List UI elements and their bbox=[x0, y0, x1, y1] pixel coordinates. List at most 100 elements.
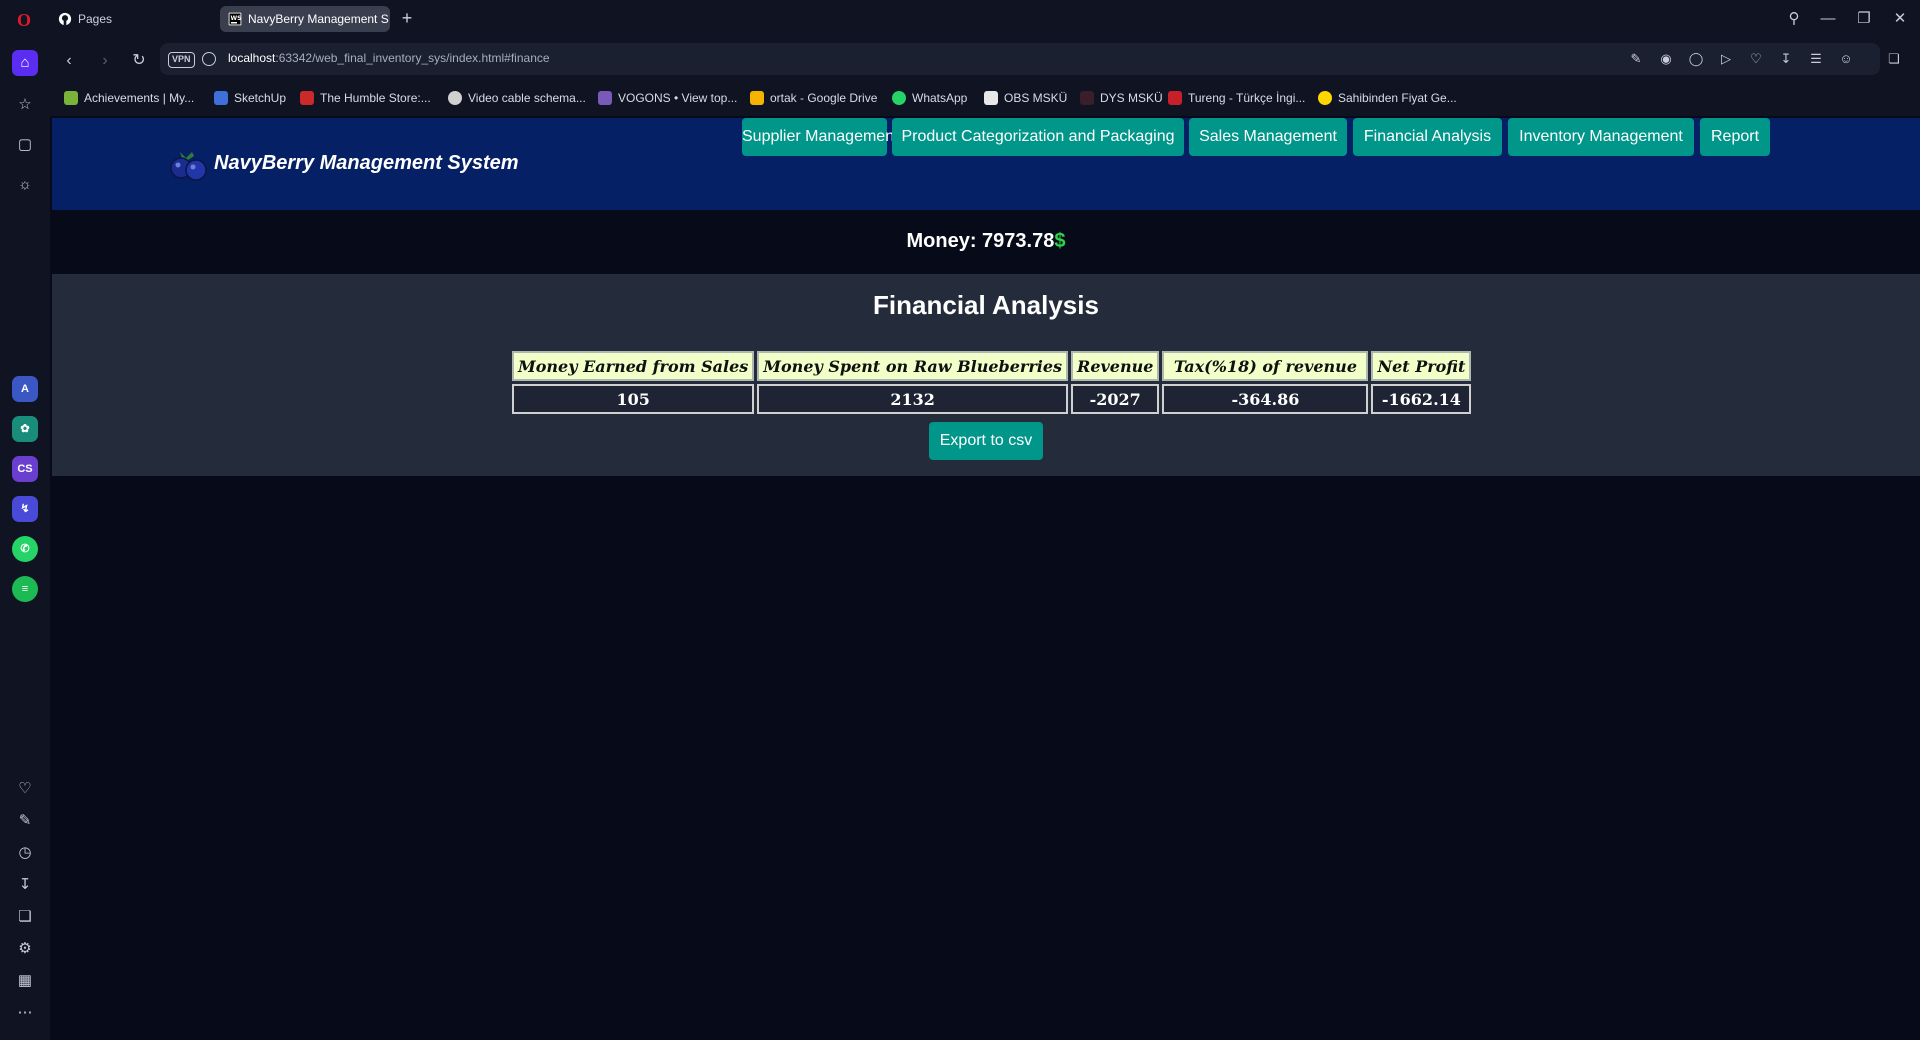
bookmark-achievements[interactable]: Achievements | My... bbox=[64, 91, 194, 105]
humble-icon bbox=[300, 91, 314, 105]
sketchup-icon bbox=[214, 91, 228, 105]
bookmark-whatsapp[interactable]: WhatsApp bbox=[892, 91, 967, 105]
home-icon[interactable]: ⌂ bbox=[12, 50, 38, 76]
table-header-row: Money Earned from Sales Money Spent on R… bbox=[512, 351, 1472, 381]
menu-icon[interactable]: ☰ bbox=[1808, 51, 1824, 67]
bookmark-obs[interactable]: OBS MSKÜ bbox=[984, 91, 1067, 105]
money-balance: Money: 7973.78$ bbox=[52, 230, 1920, 253]
new-tab-button[interactable]: + bbox=[396, 8, 418, 30]
money-label: Money: 7973.78 bbox=[906, 230, 1055, 252]
url-text[interactable]: localhost:63342/web_final_inventory_sys/… bbox=[228, 51, 550, 65]
extensions-sidebar-icon[interactable]: ❏ bbox=[12, 904, 38, 930]
whatsapp-sidebar-icon[interactable]: ✆ bbox=[12, 536, 38, 562]
messenger-icon[interactable]: ↯ bbox=[12, 496, 38, 522]
browser-sidebar: ⌂ ☆ ▢ ☼ A ✿ CS ↯ ✆ ≡ ♡ ✎ ◷ ↧ ❏ ⚙ ▦ ⋯ bbox=[0, 38, 50, 1040]
video-cable-icon bbox=[448, 91, 462, 105]
forward-button[interactable]: › bbox=[94, 50, 116, 72]
cs-app-icon[interactable]: CS bbox=[12, 456, 38, 482]
section-title: Financial Analysis bbox=[873, 290, 1099, 320]
globe-icon[interactable] bbox=[202, 52, 216, 66]
bookmarks-bar: Achievements | My... SketchUp The Humble… bbox=[50, 82, 1920, 116]
table-cell: 105 bbox=[512, 384, 755, 414]
sahibinden-icon bbox=[1318, 91, 1332, 105]
bookmark-tureng[interactable]: Tureng - Türkçe İngi... bbox=[1168, 91, 1305, 105]
star-icon[interactable]: ☆ bbox=[12, 92, 38, 118]
blueberry-logo-icon bbox=[170, 152, 207, 181]
column-header: Money Earned from Sales bbox=[512, 351, 755, 381]
nav-product-categorization[interactable]: Product Categorization and Packaging bbox=[892, 118, 1184, 156]
table-cell: -364.86 bbox=[1162, 384, 1369, 414]
heart-icon[interactable]: ♡ bbox=[1748, 51, 1764, 67]
wallpaper-icon[interactable]: ▦ bbox=[12, 968, 38, 994]
search-tabs-icon[interactable]: ⚲ bbox=[1780, 6, 1808, 32]
vpn-badge[interactable]: VPN bbox=[168, 52, 195, 68]
nav-supplier-management[interactable]: Supplier Management bbox=[742, 118, 899, 156]
nav-report[interactable]: Report bbox=[1700, 118, 1770, 156]
chatgpt-icon[interactable]: ✿ bbox=[12, 416, 38, 442]
download-icon[interactable]: ↧ bbox=[1778, 51, 1794, 67]
restore-button[interactable]: ❐ bbox=[1850, 6, 1878, 32]
aria-icon[interactable]: A bbox=[12, 376, 38, 402]
bookmark-google-drive[interactable]: ortak - Google Drive bbox=[750, 91, 877, 105]
bookmark-label: WhatsApp bbox=[912, 91, 968, 105]
downloads-sidebar-icon[interactable]: ↧ bbox=[12, 872, 38, 898]
bookmark-humble[interactable]: The Humble Store:... bbox=[300, 91, 431, 105]
pinboard-icon[interactable]: ✎ bbox=[12, 808, 38, 834]
tab-label: Pages bbox=[78, 12, 113, 26]
tab-navyberry[interactable]: WS NavyBerry Management S bbox=[220, 6, 390, 32]
shield-icon[interactable]: ◯ bbox=[1688, 51, 1704, 67]
financial-analysis-panel: Financial Analysis Money Earned from Sal… bbox=[52, 274, 1920, 476]
bookmark-video-cable[interactable]: Video cable schema... bbox=[448, 91, 586, 105]
bookmark-label: The Humble Store:... bbox=[320, 91, 431, 105]
dollar-icon: $ bbox=[1054, 230, 1066, 252]
minimize-button[interactable]: — bbox=[1814, 6, 1842, 32]
brand-title[interactable]: NavyBerry Management System bbox=[214, 152, 519, 175]
back-button[interactable]: ‹ bbox=[58, 50, 80, 72]
edit-icon[interactable]: ✎ bbox=[1628, 51, 1644, 67]
column-header: Money Spent on Raw Blueberries bbox=[757, 351, 1069, 381]
svg-text:WS: WS bbox=[231, 15, 242, 22]
gamepad-icon[interactable]: ▢ bbox=[12, 132, 38, 158]
extensions-cube-icon[interactable]: ❏ bbox=[1886, 51, 1902, 67]
more-options-icon[interactable]: ⋯ bbox=[12, 1000, 38, 1026]
page-viewport: NavyBerry Management System Supplier Man… bbox=[52, 118, 1920, 1040]
reload-button[interactable]: ↻ bbox=[128, 50, 150, 72]
column-header: Net Profit bbox=[1371, 351, 1472, 381]
bookmark-label: Sahibinden Fiyat Ge... bbox=[1338, 91, 1457, 105]
nav-financial-analysis[interactable]: Financial Analysis bbox=[1353, 118, 1502, 156]
profile-icon[interactable]: ☺ bbox=[1838, 51, 1854, 67]
play-icon[interactable]: ▷ bbox=[1718, 51, 1734, 67]
url-field[interactable]: VPN localhost:63342/web_final_inventory_… bbox=[160, 43, 1880, 75]
column-header: Tax(%18) of revenue bbox=[1162, 351, 1369, 381]
vogons-icon bbox=[598, 91, 612, 105]
table-cell: -1662.14 bbox=[1371, 384, 1472, 414]
dys-icon bbox=[1080, 91, 1094, 105]
google-drive-icon bbox=[750, 91, 764, 105]
sun-icon[interactable]: ☼ bbox=[12, 172, 38, 198]
bookmark-sahibinden[interactable]: Sahibinden Fiyat Ge... bbox=[1318, 91, 1457, 105]
financial-table: Money Earned from Sales Money Spent on R… bbox=[509, 348, 1474, 417]
address-bar-row: ‹ › ↻ VPN localhost:63342/web_final_inve… bbox=[50, 38, 1920, 82]
settings-gear-icon[interactable]: ⚙ bbox=[12, 936, 38, 962]
tab-pages[interactable]: Pages bbox=[50, 6, 210, 32]
bookmark-label: VOGONS • View top... bbox=[618, 91, 738, 105]
camera-icon[interactable]: ◉ bbox=[1658, 51, 1674, 67]
bookmark-vogons[interactable]: VOGONS • View top... bbox=[598, 91, 737, 105]
tureng-icon bbox=[1168, 91, 1182, 105]
close-window-button[interactable]: ✕ bbox=[1886, 6, 1914, 32]
heart-sidebar-icon[interactable]: ♡ bbox=[12, 776, 38, 802]
history-icon[interactable]: ◷ bbox=[12, 840, 38, 866]
site-header: NavyBerry Management System Supplier Man… bbox=[52, 118, 1920, 210]
spotify-icon[interactable]: ≡ bbox=[12, 576, 38, 602]
nav-inventory-management[interactable]: Inventory Management bbox=[1508, 118, 1694, 156]
bookmark-label: SketchUp bbox=[234, 91, 287, 105]
url-path: :63342/web_final_inventory_sys/index.htm… bbox=[275, 51, 550, 65]
bookmark-favicon-icon bbox=[64, 91, 78, 105]
bookmark-sketchup[interactable]: SketchUp bbox=[214, 91, 286, 105]
table-cell: 2132 bbox=[757, 384, 1069, 414]
export-csv-button[interactable]: Export to csv bbox=[929, 422, 1043, 460]
nav-sales-management[interactable]: Sales Management bbox=[1189, 118, 1347, 156]
tab-label: NavyBerry Management S bbox=[248, 12, 389, 26]
opera-logo-icon[interactable]: O bbox=[14, 10, 34, 30]
bookmark-dys[interactable]: DYS MSKÜ bbox=[1080, 91, 1163, 105]
